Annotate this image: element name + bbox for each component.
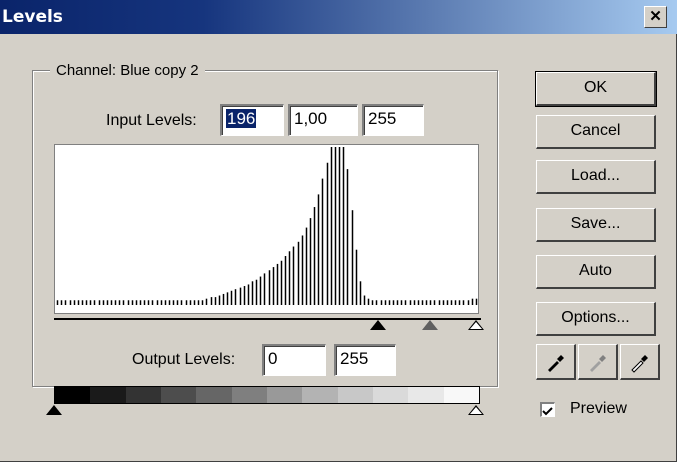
white-eyedropper-icon <box>631 355 648 373</box>
black-eyedropper-icon <box>548 355 564 372</box>
output-white-field[interactable]: 255 <box>334 344 396 376</box>
output-levels-label: Output Levels: <box>132 351 235 369</box>
input-gamma-value: 1,00 <box>294 109 328 128</box>
title-bar[interactable]: Levels ✕ <box>0 0 677 34</box>
dialog-title: Levels <box>2 7 63 27</box>
close-icon: ✕ <box>649 8 662 25</box>
options-label: Options... <box>561 309 630 326</box>
gray-eyedropper-button[interactable] <box>578 344 618 380</box>
preview-label: Preview <box>570 400 627 418</box>
white-eyedropper-button[interactable] <box>620 344 660 380</box>
input-gamma-field[interactable]: 1,00 <box>288 104 358 136</box>
channel-group-label: Channel: Blue copy 2 <box>50 62 205 79</box>
auto-button[interactable]: Auto <box>536 255 656 289</box>
cancel-button[interactable]: Cancel <box>536 115 656 149</box>
ok-button[interactable]: OK <box>535 71 657 107</box>
input-black-slider[interactable] <box>370 320 386 330</box>
input-white-slider-fill <box>470 322 482 329</box>
input-black-value: 196 <box>226 109 257 128</box>
save-label: Save... <box>570 215 621 232</box>
input-levels-label: Input Levels: <box>106 112 197 130</box>
output-gradient-bar <box>54 386 480 404</box>
channel-value: Blue copy 2 <box>120 62 199 79</box>
black-eyedropper-button[interactable] <box>536 344 576 380</box>
preview-checkbox[interactable] <box>540 402 555 417</box>
close-button[interactable]: ✕ <box>644 6 667 28</box>
save-button[interactable]: Save... <box>536 208 656 242</box>
load-button[interactable]: Load... <box>536 160 656 194</box>
output-levels-text: Output Levels: <box>132 351 236 368</box>
output-black-field[interactable]: 0 <box>262 344 326 376</box>
levels-dialog: Levels ✕ Channel: Blue copy 2 Input Leve… <box>0 0 677 462</box>
output-white-value: 255 <box>340 349 369 368</box>
preview-label-text: Preview <box>570 400 627 417</box>
histogram <box>54 144 479 314</box>
gray-eyedropper-icon <box>590 355 606 372</box>
checkmark-icon <box>542 407 553 416</box>
input-white-field[interactable]: 255 <box>362 104 424 136</box>
input-gamma-slider[interactable] <box>422 320 438 330</box>
input-black-field[interactable]: 196 <box>220 104 284 136</box>
cancel-label: Cancel <box>570 122 621 139</box>
histogram-plot <box>56 147 478 305</box>
channel-label: Channel: <box>56 62 117 79</box>
input-levels-text: Input Levels: <box>106 112 197 129</box>
output-black-value: 0 <box>268 349 278 368</box>
load-label: Load... <box>571 167 620 184</box>
output-white-slider-fill <box>470 407 482 414</box>
ok-label: OK <box>583 79 608 96</box>
input-slider-track[interactable] <box>54 318 481 320</box>
input-white-value: 255 <box>368 109 397 128</box>
output-black-slider[interactable] <box>46 405 62 415</box>
auto-label: Auto <box>579 262 612 279</box>
options-button[interactable]: Options... <box>536 302 656 336</box>
